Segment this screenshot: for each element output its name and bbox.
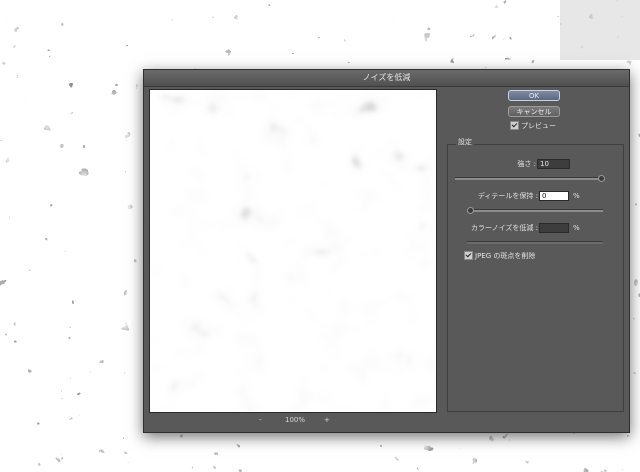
preview-checkbox-row[interactable]: プレビュー <box>510 120 556 132</box>
settings-group <box>447 144 624 412</box>
cancel-button[interactable]: キャンセル <box>508 106 560 117</box>
reduce-noise-dialog: ノイズを低減 - 100% + OK キャンセル プレビュー 設定 強さ: 1… <box>143 69 630 433</box>
preview-checkbox-label: プレビュー <box>521 122 556 130</box>
dialog-title: ノイズを低減 <box>144 70 629 87</box>
jpeg-checkbox-row[interactable]: JPEG の斑点を削除 <box>464 250 536 262</box>
jpeg-checkbox[interactable] <box>464 250 473 260</box>
color-noise-label: カラーノイズを低減 : <box>471 224 538 232</box>
jpeg-checkbox-label: JPEG の斑点を削除 <box>475 252 536 260</box>
strength-label: 強さ : <box>517 160 536 168</box>
strength-slider[interactable] <box>455 175 605 182</box>
ok-button[interactable]: OK <box>508 90 560 101</box>
zoom-controls: - 100% + <box>149 413 435 427</box>
strength-input[interactable]: 10 <box>537 159 570 169</box>
detail-slider-thumb[interactable] <box>467 207 474 214</box>
zoom-in-button[interactable]: + <box>324 413 330 427</box>
preview-checkbox[interactable] <box>510 120 519 130</box>
zoom-out-button[interactable]: - <box>259 413 262 427</box>
detail-input[interactable]: 0 <box>539 191 569 201</box>
detail-label: ディテールを保持 : <box>477 192 538 200</box>
settings-legend: 設定 <box>456 137 474 148</box>
preview-pane[interactable] <box>149 89 437 413</box>
zoom-level: 100% <box>285 416 306 424</box>
detail-slider[interactable] <box>467 207 603 214</box>
color-noise-input[interactable] <box>539 223 569 233</box>
color-noise-slider[interactable] <box>467 241 603 244</box>
strength-slider-thumb[interactable] <box>598 175 605 182</box>
preview-image <box>150 90 436 412</box>
color-noise-unit: % <box>573 224 580 232</box>
detail-unit: % <box>573 192 580 200</box>
